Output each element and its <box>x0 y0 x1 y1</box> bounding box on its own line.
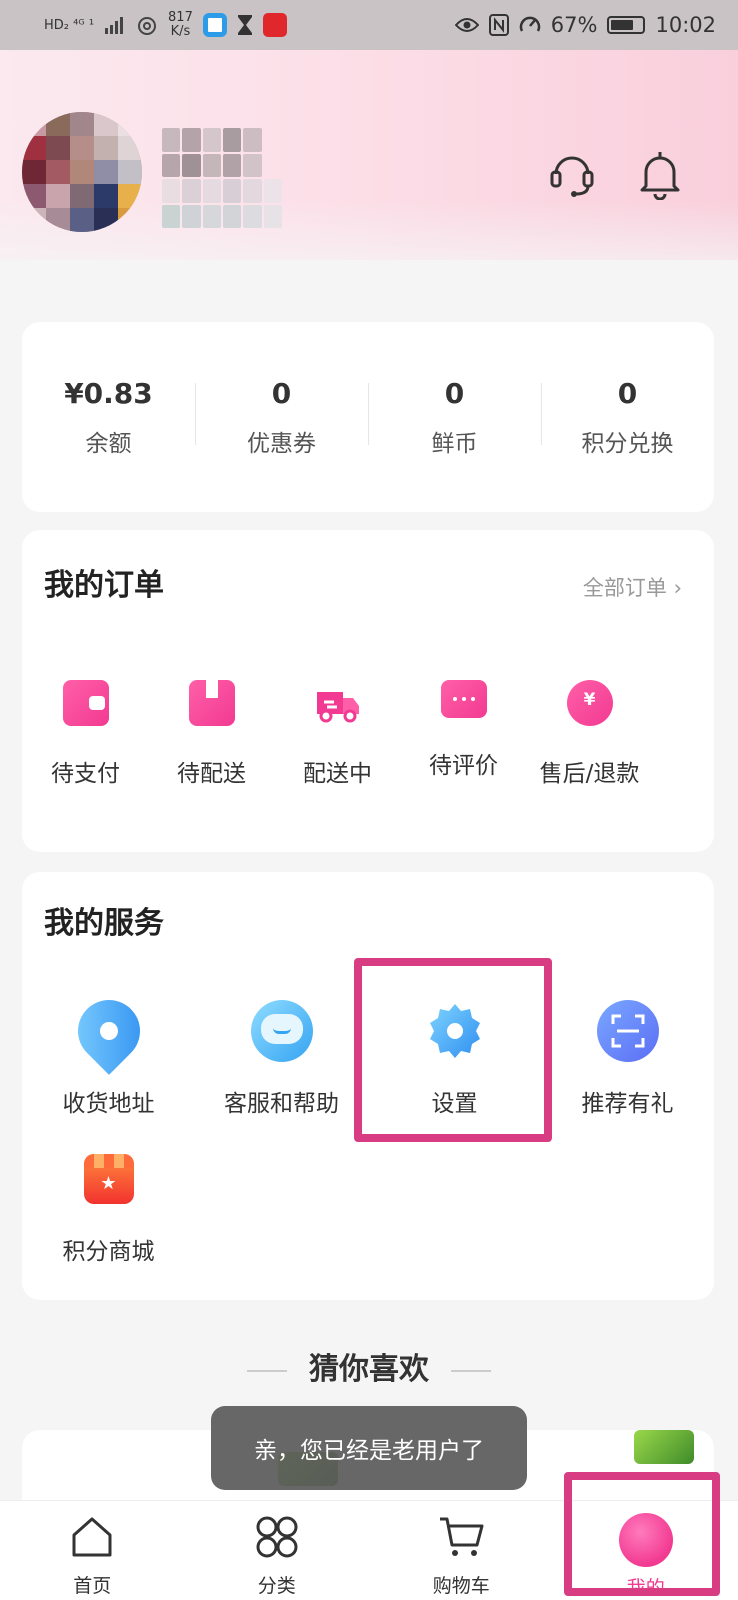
service-label: 收货地址 <box>62 1091 155 1117</box>
home-icon <box>72 1517 112 1557</box>
stat-label: 余额 <box>85 430 132 457</box>
network-speed-value: 817 <box>168 10 193 25</box>
guess-title-text: 猜你喜欢 <box>309 1352 429 1387</box>
order-item-label: 售后/退款 <box>539 761 640 787</box>
username-blurred <box>162 128 282 228</box>
gear-icon <box>424 1000 486 1062</box>
headset-icon <box>250 1000 313 1062</box>
stat-label: 积分兑换 <box>581 430 674 457</box>
app-icon-qq <box>202 13 227 37</box>
stat-value: 0 <box>271 376 292 410</box>
status-icons: HD₂ ⁴ᴳ ¹ <box>44 17 95 33</box>
stat-balance[interactable]: ¥0.83 余额 <box>22 377 195 458</box>
stat-value: 0 <box>617 376 638 410</box>
nav-me[interactable]: 我的 <box>554 1501 738 1600</box>
stat-label: 优惠券 <box>247 430 316 457</box>
nav-category[interactable]: 分类 <box>185 1501 370 1600</box>
stat-coupons[interactable]: 0 优惠券 <box>195 377 368 458</box>
status-left: HD₂ ⁴ᴳ ¹ 817 K/s <box>44 11 455 39</box>
hourglass-icon <box>237 15 252 35</box>
service-points-mall[interactable]: ★ 积分商城 <box>22 1154 195 1266</box>
service-help[interactable]: 客服和帮助 <box>195 1000 368 1118</box>
nav-label: 分类 <box>257 1575 296 1597</box>
nav-label: 我的 <box>626 1577 665 1599</box>
network-speed: 817 K/s <box>168 11 193 39</box>
services-title: 我的服务 <box>44 906 164 941</box>
cart-icon <box>440 1517 484 1556</box>
service-label: 推荐有礼 <box>581 1091 674 1117</box>
my-services-card: 我的服务 收货地址 客服和帮助 设置 推荐有礼 ★ 积分商城 <box>22 872 714 1300</box>
battery-percent: 67% <box>550 13 598 37</box>
status-bar: HD₂ ⁴ᴳ ¹ 817 K/s 67% 10:02 <box>0 0 738 50</box>
store-icon: ★ <box>83 1154 134 1204</box>
order-status-row: 待支付 待配送 配送中 待评价 ¥ 售后/退款 <box>22 680 714 788</box>
order-in-delivery[interactable]: 配送中 <box>275 680 400 788</box>
speed-icon <box>519 16 541 32</box>
guess-you-like-title: 猜你喜欢 <box>0 1344 738 1388</box>
service-settings[interactable]: 设置 <box>368 1000 541 1118</box>
bell-icon[interactable] <box>636 148 684 200</box>
me-icon <box>618 1513 673 1567</box>
order-pending-review[interactable]: 待评价 <box>401 680 526 788</box>
location-pin-icon <box>64 987 153 1075</box>
comment-icon <box>440 680 487 718</box>
all-orders-link[interactable]: 全部订单 › <box>583 572 682 602</box>
order-item-label: 配送中 <box>303 761 372 787</box>
wallet-icon <box>62 680 109 726</box>
scan-icon <box>596 1000 659 1062</box>
order-item-label: 待评价 <box>429 753 498 779</box>
clock: 10:02 <box>655 13 716 37</box>
nav-label: 首页 <box>73 1575 112 1597</box>
stat-coins[interactable]: 0 鲜币 <box>368 377 541 458</box>
eye-icon <box>454 18 479 32</box>
truck-icon <box>315 680 361 726</box>
nav-label: 购物车 <box>432 1575 490 1597</box>
app-icon-red <box>262 13 287 37</box>
customer-service-icon[interactable] <box>548 148 596 200</box>
service-address[interactable]: 收货地址 <box>22 987 195 1118</box>
wallet-stats-card: ¥0.83 余额 0 优惠券 0 鲜币 0 积分兑换 <box>22 322 714 512</box>
network-speed-unit: K/s <box>170 24 191 39</box>
nfc-icon <box>488 14 509 36</box>
stat-label: 鲜币 <box>431 430 478 457</box>
avatar[interactable] <box>22 112 142 232</box>
wifi-icon <box>138 17 157 35</box>
orders-title: 我的订单 <box>44 568 164 603</box>
category-icon <box>256 1516 298 1558</box>
stat-points-exchange[interactable]: 0 积分兑换 <box>541 377 714 458</box>
refund-icon: ¥ <box>566 680 613 726</box>
stat-value: ¥0.83 <box>64 376 153 410</box>
my-orders-card: 我的订单 全部订单 › 待支付 待配送 配送中 待评价 ¥ 售后/退款 <box>22 530 714 852</box>
nav-home[interactable]: 首页 <box>0 1501 185 1600</box>
service-label: 设置 <box>431 1091 478 1117</box>
promo-badge <box>634 1430 694 1464</box>
battery-icon <box>607 16 646 34</box>
toast-message: 亲，您已经是老用户了 <box>211 1406 527 1490</box>
order-item-label: 待支付 <box>51 761 120 787</box>
stat-value: 0 <box>444 376 465 410</box>
order-pending-delivery[interactable]: 待配送 <box>149 680 274 788</box>
order-after-sales[interactable]: ¥ 售后/退款 <box>527 680 652 788</box>
bottom-nav: 首页 分类 购物车 我的 <box>0 1500 738 1600</box>
nav-cart[interactable]: 购物车 <box>369 1501 554 1600</box>
service-referral[interactable]: 推荐有礼 <box>541 1000 714 1118</box>
service-label: 积分商城 <box>62 1239 155 1265</box>
order-pending-payment[interactable]: 待支付 <box>23 680 148 788</box>
box-icon <box>188 680 235 726</box>
order-item-label: 待配送 <box>177 761 246 787</box>
service-label: 客服和帮助 <box>224 1091 339 1117</box>
signal-icon <box>105 17 124 34</box>
status-right: 67% 10:02 <box>454 13 716 37</box>
